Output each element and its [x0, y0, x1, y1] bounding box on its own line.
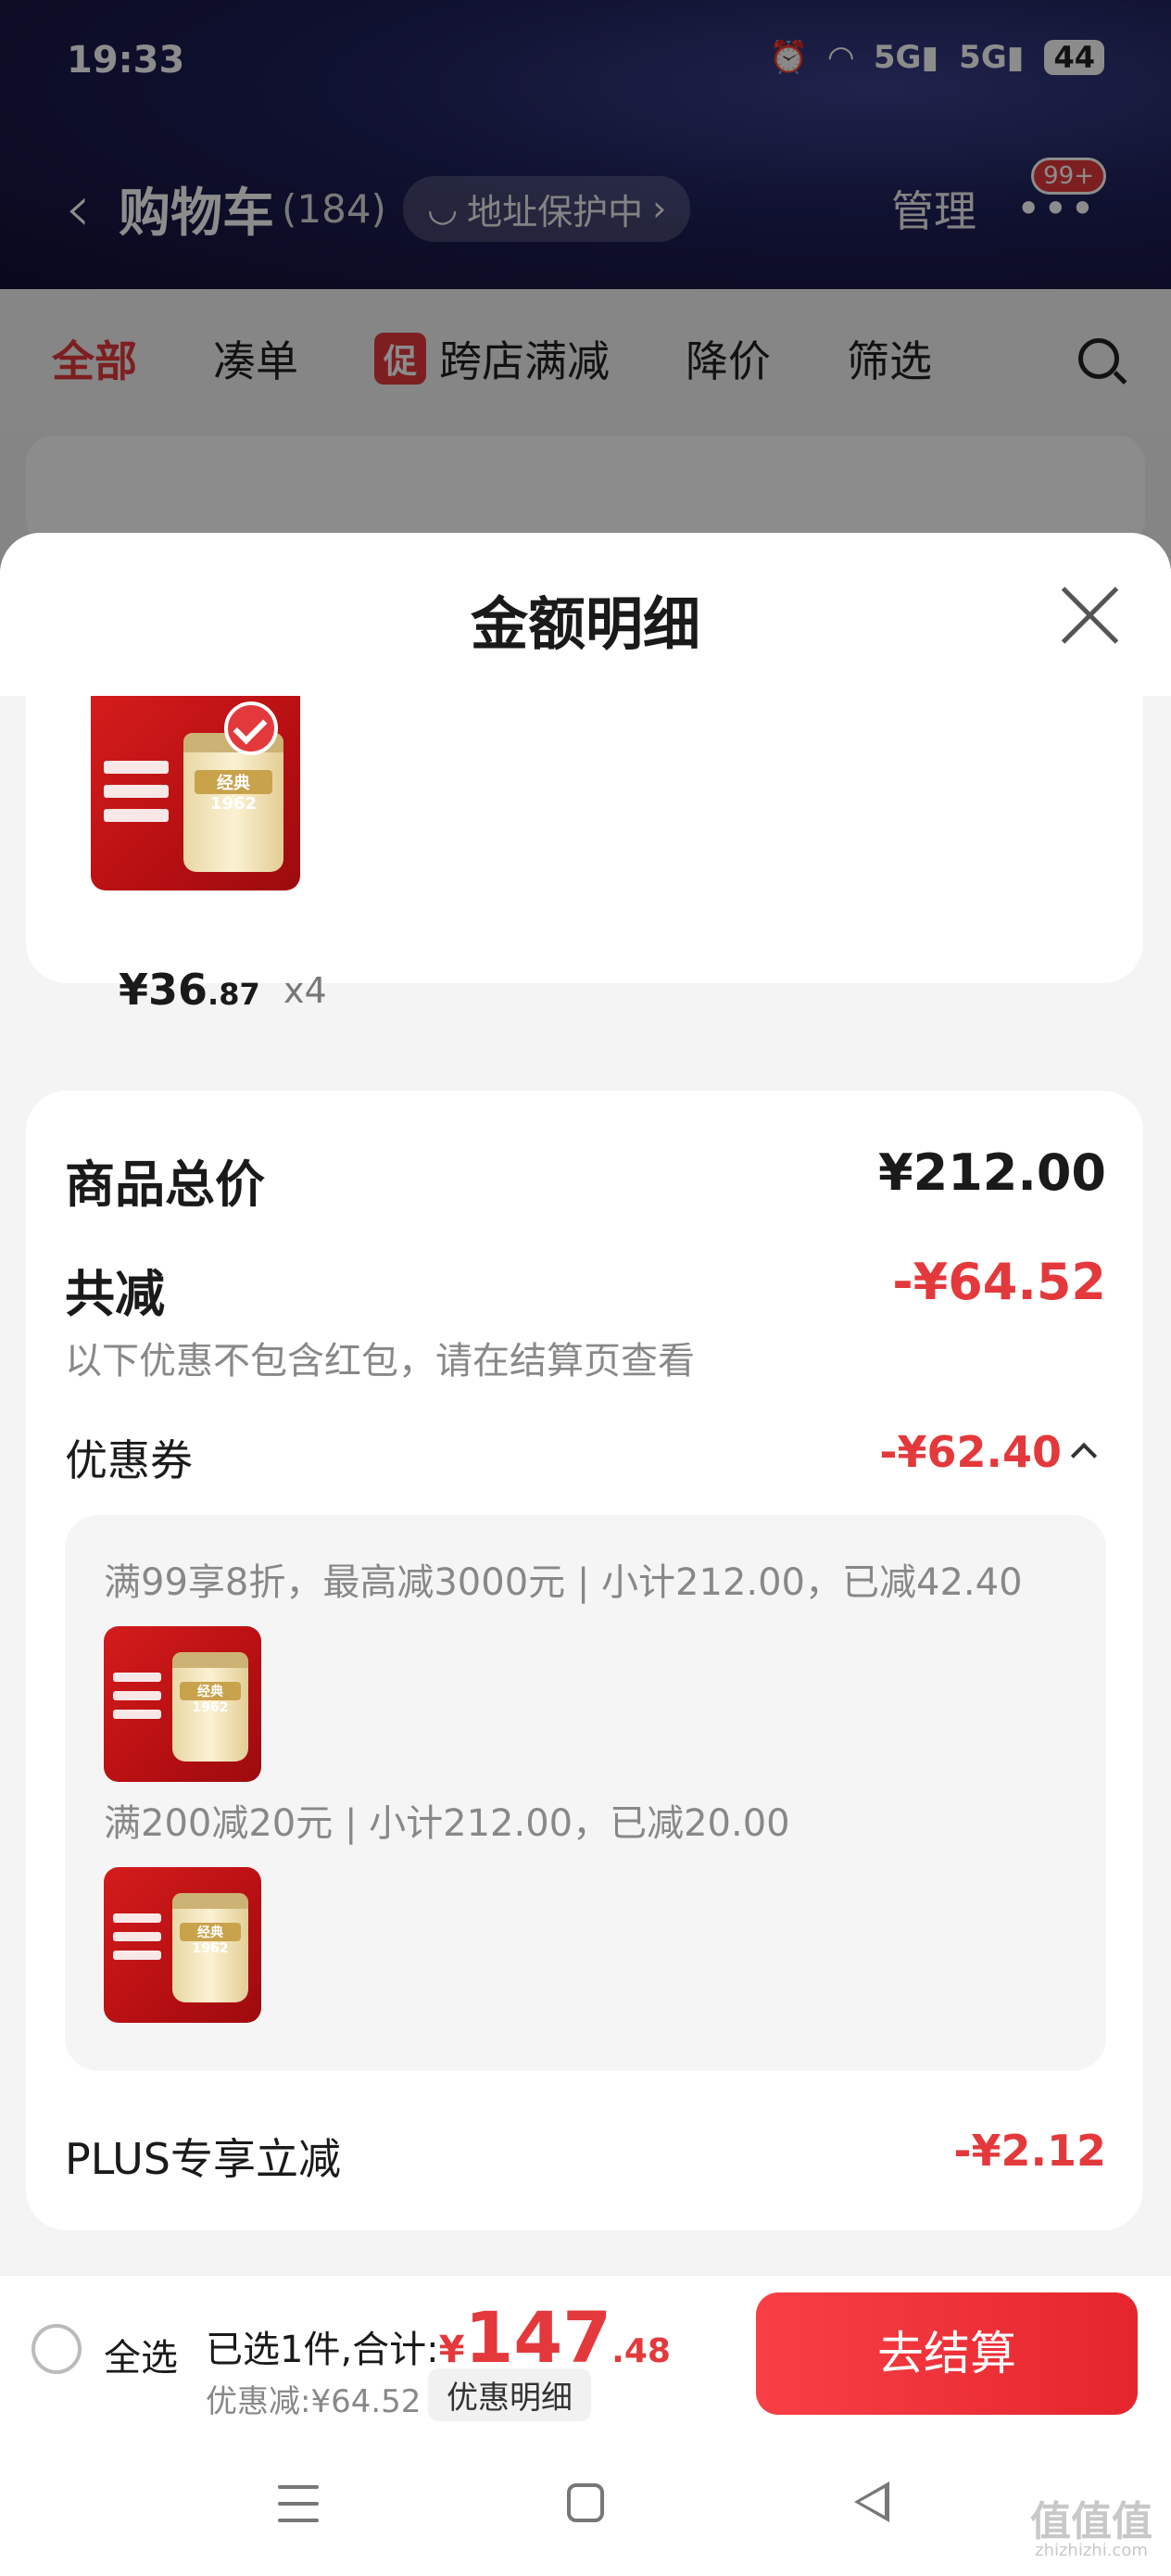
discount-row: 共减 -¥64.52 — [65, 1253, 1106, 1326]
selection-summary: 已选1件,合计:¥147.48 — [206, 2296, 671, 2379]
coupon-rule-2: 满200减20元 | 小计212.00，已减20.00 — [104, 1802, 790, 1845]
product-quantity: x4 — [283, 970, 327, 1011]
checkout-bar: 全选 已选1件,合计:¥147.48 优惠减:¥64.52 优惠明细 去结算 — [0, 2275, 1171, 2433]
plus-value: -¥2.12 — [953, 2126, 1106, 2176]
total-row: 商品总价 ¥212.00 — [65, 1143, 1106, 1217]
select-all-label[interactable]: 全选 — [104, 2328, 178, 2381]
sheet-header: 金额明细 — [0, 533, 1171, 696]
checkout-button[interactable]: 去结算 — [756, 2292, 1138, 2415]
total-value: ¥212.00 — [878, 1143, 1106, 1202]
discount-label: 共减 — [65, 1265, 165, 1323]
coupon-rule-1: 满99享8折，最高减3000元 | 小计212.00，已减42.40 — [104, 1561, 1023, 1604]
chevron-up-icon — [1070, 1442, 1098, 1470]
watermark: 值值值 zhizhizhi.com — [1030, 2498, 1152, 2560]
discount-note: 以下优惠不包含红包，请在结算页查看 — [65, 1340, 695, 1383]
sheet-title: 金额明细 — [470, 590, 700, 658]
select-all-radio[interactable] — [31, 2324, 82, 2374]
close-icon[interactable] — [1060, 585, 1119, 644]
coupon-product-thumb-2[interactable]: 经典1962 — [104, 1867, 261, 2023]
system-nav-bar: 值值值 zhizhizhi.com — [0, 2433, 1171, 2576]
menu-icon[interactable] — [278, 2485, 319, 2522]
total-amount: ¥147.48 — [438, 2296, 671, 2379]
coupon-product-thumb-1[interactable]: 经典1962 — [104, 1626, 261, 1782]
discount-detail-button[interactable]: 优惠明细 — [428, 2368, 591, 2421]
coupon-row[interactable]: 优惠券 -¥62.40 — [65, 1427, 1106, 1488]
saved-amount: 优惠减:¥64.52 — [206, 2383, 422, 2420]
product-card: 经典1962 ¥36.87 x4 — [26, 696, 1143, 1015]
plus-label: PLUS专享立减 — [65, 2134, 341, 2184]
back-triangle-icon[interactable] — [854, 2481, 889, 2522]
total-label: 商品总价 — [65, 1155, 265, 1214]
coupon-value: -¥62.40 — [879, 1427, 1098, 1477]
product-price: ¥36.87 — [119, 965, 260, 1015]
selected-check-icon — [224, 701, 278, 755]
coupon-label: 优惠券 — [65, 1435, 193, 1485]
coupon-detail-box: 满99享8折，最高减3000元 | 小计212.00，已减42.40 经典196… — [65, 1515, 1106, 2071]
home-icon[interactable] — [567, 2483, 604, 2522]
discount-value: -¥64.52 — [892, 1253, 1106, 1311]
plus-row: PLUS专享立减 -¥2.12 — [65, 2126, 1106, 2187]
